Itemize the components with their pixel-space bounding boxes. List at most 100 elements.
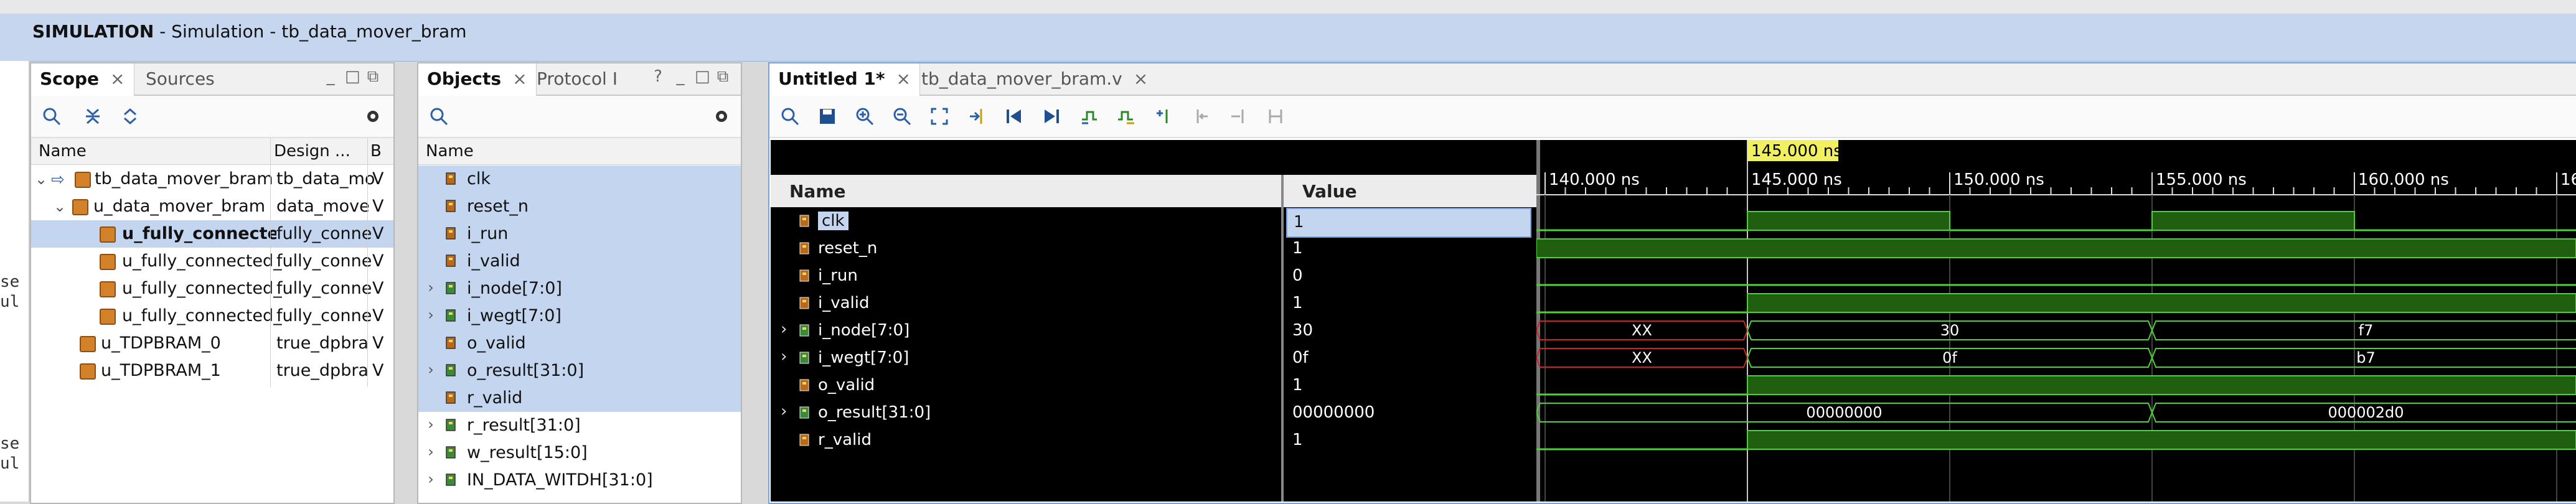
signal-name: i_node[7:0]: [467, 279, 562, 298]
minimize-icon[interactable]: _: [674, 68, 687, 85]
objects-row[interactable]: › IN_DATA_WITDH[31:0]: [418, 467, 741, 494]
previous-marker-icon[interactable]: [1189, 105, 1213, 128]
wave-signal-name[interactable]: i_valid: [771, 290, 1281, 317]
save-icon[interactable]: [816, 105, 839, 128]
tab-tb-data-mover-bram[interactable]: tb_data_mover_bram.v ×: [913, 63, 1157, 95]
gear-icon[interactable]: [710, 105, 733, 128]
objects-row[interactable]: › i_wegt[7:0]: [418, 302, 741, 330]
module-icon: [100, 226, 116, 243]
search-icon[interactable]: [427, 105, 451, 128]
signal-icon: [799, 242, 809, 254]
chevron-right-icon[interactable]: ›: [425, 306, 437, 324]
add-marker-icon[interactable]: [1152, 105, 1175, 128]
expand-all-icon[interactable]: [118, 105, 142, 128]
objects-row[interactable]: i_run: [418, 220, 741, 248]
wave-signal-value: 1: [1292, 239, 1303, 258]
objects-row[interactable]: › w_result[15:0]: [418, 439, 741, 467]
scope-row[interactable]: ⌄ u_data_mover_bram data_move V: [31, 193, 393, 220]
tab-scope[interactable]: Scope ×: [31, 63, 134, 96]
wave-signal-name[interactable]: › i_node[7:0]: [771, 317, 1281, 345]
scope-row[interactable]: ⌄ ⇨ tb_data_mover_bram tb_data_mo V: [31, 166, 393, 193]
go-to-cursor-icon[interactable]: [965, 105, 989, 128]
wave-signal-value: 0f: [1292, 348, 1309, 367]
close-icon[interactable]: ×: [896, 68, 911, 89]
close-icon[interactable]: ×: [1134, 68, 1148, 89]
wave-signal-name[interactable]: i_run: [771, 263, 1281, 290]
help-icon[interactable]: ?: [651, 68, 665, 85]
chevron-right-icon[interactable]: ›: [781, 320, 787, 338]
swap-cursors-icon[interactable]: [1264, 105, 1287, 128]
signal-icon: [799, 379, 809, 391]
restore-icon[interactable]: ⧉: [366, 68, 380, 85]
scope-row-selected[interactable]: u_fully_connecte fully_conne V: [31, 220, 393, 248]
previous-transition-icon[interactable]: [1077, 105, 1101, 128]
zoom-in-icon[interactable]: [853, 105, 877, 128]
signal-name: o_result[31:0]: [467, 361, 585, 380]
scope-row[interactable]: u_fully_connected_ fully_conne V: [31, 248, 393, 275]
next-transition-icon[interactable]: [1114, 105, 1138, 128]
chevron-right-icon[interactable]: ›: [781, 347, 787, 366]
objects-row[interactable]: o_valid: [418, 330, 741, 357]
maximize-icon[interactable]: □: [345, 68, 360, 85]
chevron-right-icon[interactable]: ›: [425, 361, 437, 378]
wave-signal-name[interactable]: r_valid: [771, 427, 1281, 454]
module-icon: [80, 363, 96, 380]
chevron-down-icon[interactable]: ⌄: [35, 170, 47, 188]
restore-icon[interactable]: ⧉: [716, 68, 730, 85]
tab-objects[interactable]: Objects ×: [418, 63, 537, 96]
tab-untitled-1[interactable]: Untitled 1* ×: [769, 63, 921, 96]
signal-icon: [799, 269, 809, 282]
objects-row[interactable]: reset_n: [418, 193, 741, 220]
i-valid-high: [1747, 293, 2576, 313]
objects-row[interactable]: i_valid: [418, 248, 741, 275]
chevron-right-icon[interactable]: ›: [425, 470, 437, 488]
wave-signal-name[interactable]: › i_wegt[7:0]: [771, 345, 1281, 372]
search-icon[interactable]: [778, 105, 802, 128]
objects-row[interactable]: › r_result[31:0]: [418, 412, 741, 439]
scope-row[interactable]: u_TDPBRAM_1 true_dpbra V: [31, 357, 393, 385]
objects-row[interactable]: r_valid: [418, 385, 741, 412]
wave-signal-name[interactable]: clk: [771, 208, 1281, 235]
signal-name: IN_DATA_WITDH[31:0]: [467, 470, 653, 490]
search-icon[interactable]: [40, 105, 63, 128]
wave-signal-label: i_run: [818, 266, 858, 285]
i_wegt-value-label: b7: [2356, 349, 2376, 366]
maximize-icon[interactable]: □: [695, 68, 710, 85]
wave-signal-name[interactable]: o_valid: [771, 372, 1281, 399]
left-edge-editor-fragment: se ul se ul: [0, 61, 30, 502]
tab-sources[interactable]: Sources: [137, 63, 223, 95]
signal-icon: [446, 282, 456, 294]
chevron-right-icon[interactable]: ›: [781, 402, 787, 421]
chevron-down-icon[interactable]: ⌄: [54, 198, 66, 215]
wave-signal-name[interactable]: › o_result[31:0]: [771, 399, 1281, 427]
signal-icon: [799, 406, 809, 419]
tab-protocol[interactable]: Protocol I: [528, 63, 626, 95]
scope-row[interactable]: u_fully_connected_ fully_conne V: [31, 275, 393, 302]
wave-signal-label: r_valid: [818, 431, 872, 449]
objects-row[interactable]: clk: [418, 166, 741, 193]
wave-signal-name[interactable]: reset_n: [771, 235, 1281, 263]
collapse-all-icon[interactable]: [81, 105, 105, 128]
scope-row[interactable]: u_fully_connected_ fully_conne V: [31, 302, 393, 330]
banner-title: SIMULATION: [32, 21, 154, 42]
chevron-right-icon[interactable]: ›: [425, 279, 437, 296]
next-marker-icon[interactable]: [1226, 105, 1250, 128]
chevron-right-icon[interactable]: ›: [425, 416, 437, 433]
close-icon[interactable]: ×: [110, 68, 125, 89]
zoom-out-icon[interactable]: [890, 105, 914, 128]
close-icon[interactable]: ×: [512, 68, 527, 89]
gear-icon[interactable]: [361, 105, 385, 128]
wave-signal-label: i_wegt[7:0]: [818, 348, 910, 367]
go-to-end-icon[interactable]: [1040, 105, 1063, 128]
signal-icon: [446, 337, 456, 349]
minimize-icon[interactable]: _: [324, 68, 337, 85]
zoom-fit-icon[interactable]: [928, 105, 951, 128]
go-to-start-icon[interactable]: [1002, 105, 1026, 128]
chevron-right-icon[interactable]: ›: [425, 443, 437, 460]
main-toolbar-strip: [0, 0, 2576, 14]
waveform-canvas[interactable]: 140.000 ns 145.000 ns 150.000 ns 155.000 ns…: [1536, 140, 2576, 502]
objects-row[interactable]: › o_result[31:0]: [418, 357, 741, 385]
name-value-divider[interactable]: [1281, 175, 1284, 502]
objects-row[interactable]: › i_node[7:0]: [418, 275, 741, 302]
scope-row[interactable]: u_TDPBRAM_0 true_dpbra V: [31, 330, 393, 357]
